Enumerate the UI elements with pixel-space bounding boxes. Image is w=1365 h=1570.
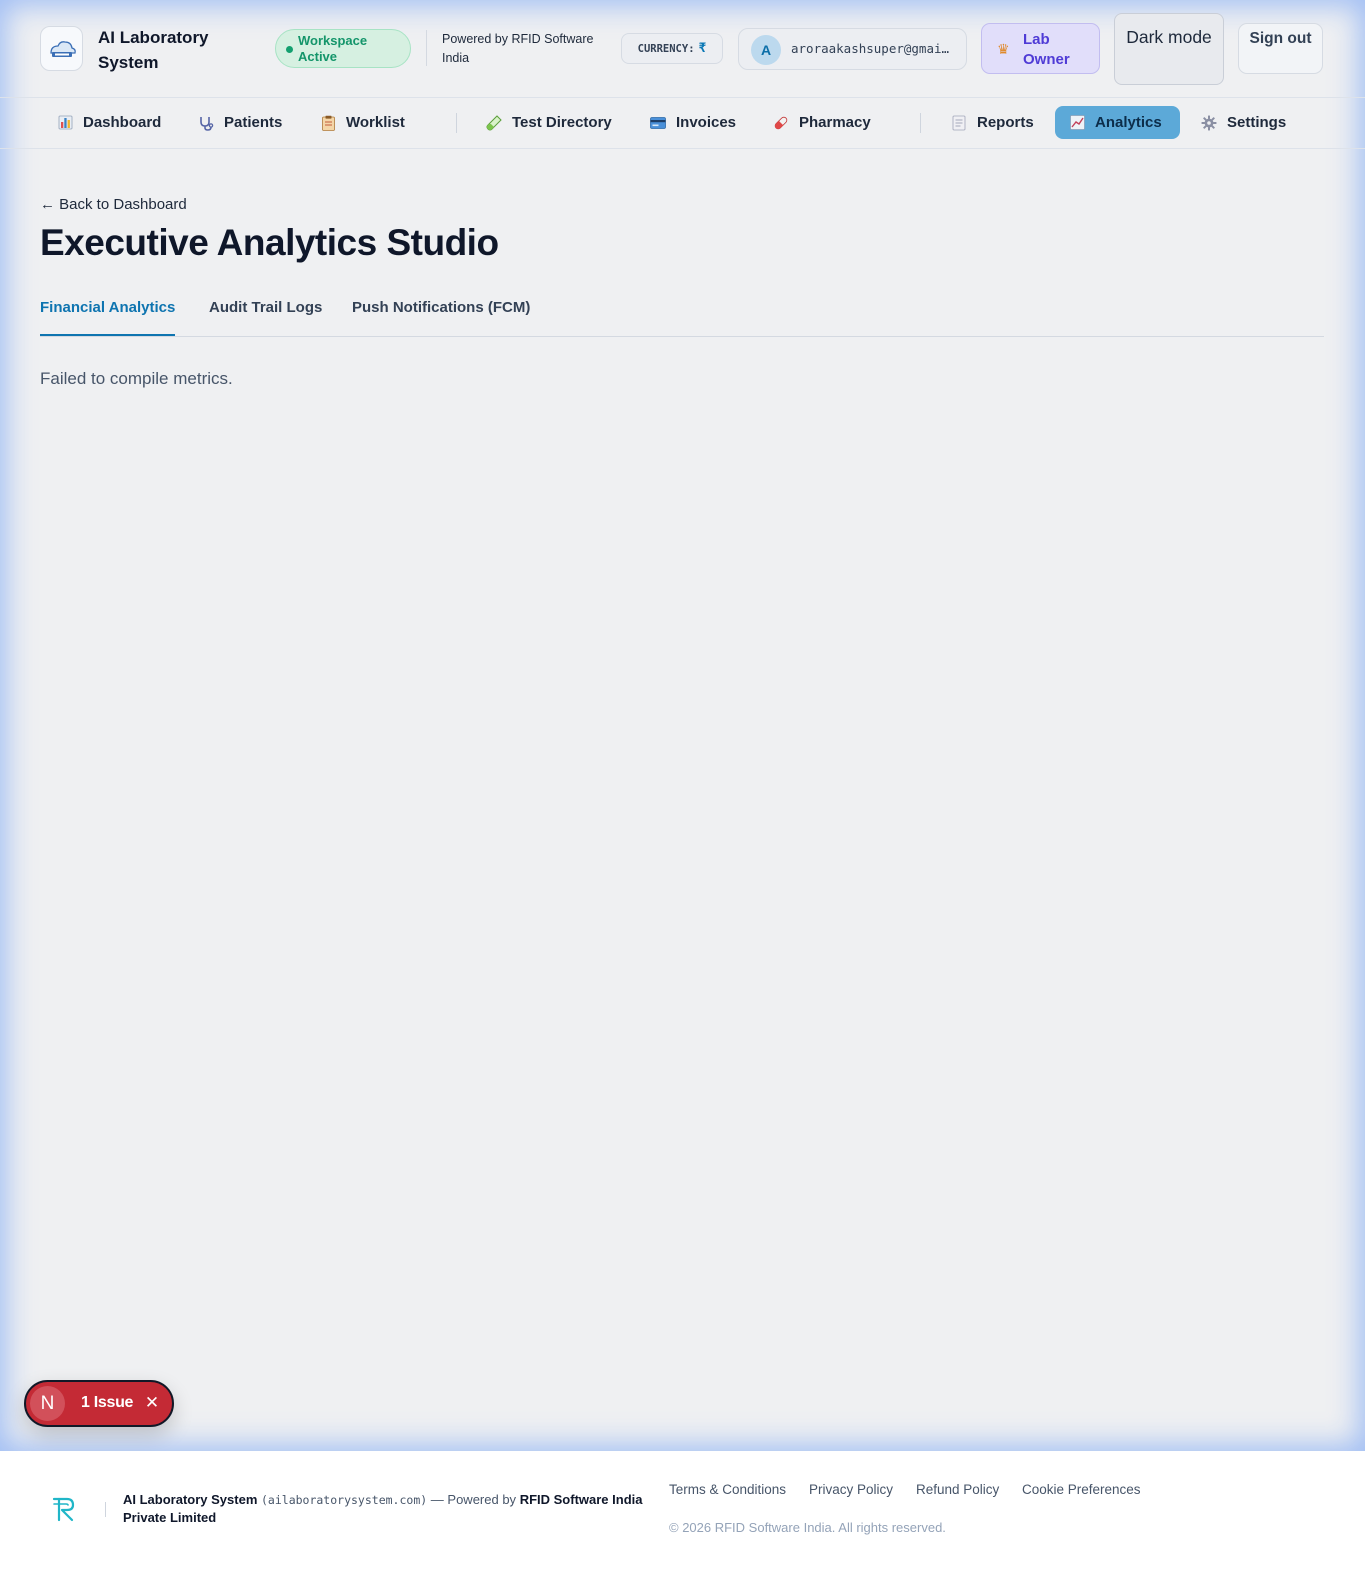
error-message: Failed to compile metrics. (40, 369, 233, 388)
site-footer: AI Laboratory System (ailaboratorysystem… (0, 1451, 1365, 1570)
currency-badge: CURRENCY: ₹ (621, 33, 723, 64)
nav-label: Analytics (1095, 114, 1162, 131)
privacy-policy-link[interactable]: Privacy Policy (809, 1482, 893, 1497)
nav-label: Test Directory (512, 114, 612, 131)
footer-brand-name: AI Laboratory System (123, 1492, 258, 1507)
clipboard-icon (320, 115, 336, 131)
app-shell: AI Laboratory System Workspace Active Po… (0, 0, 1365, 1451)
tab-push-notifications[interactable]: Push Notifications (FCM) (352, 299, 530, 336)
pill-icon (773, 115, 789, 131)
workspace-status-badge: Workspace Active (275, 29, 411, 68)
copyright-text: © 2026 RFID Software India. All rights r… (669, 1520, 946, 1535)
nav-item-reports[interactable]: Reports (937, 106, 1048, 139)
nav-label: Worklist (346, 114, 405, 131)
lab-logo-icon (49, 40, 76, 57)
rfid-logo-icon (52, 1497, 75, 1522)
workspace-status-label: Workspace Active (298, 33, 368, 64)
nav-item-worklist[interactable]: Worklist (306, 106, 419, 139)
top-header: AI Laboratory System Workspace Active Po… (0, 0, 1365, 98)
footer-powered-prefix: — Powered by (430, 1492, 517, 1507)
refund-policy-link[interactable]: Refund Policy (916, 1482, 999, 1497)
nav-item-test-directory[interactable]: Test Directory (472, 106, 626, 139)
issue-indicator[interactable]: N 1 Issue ✕ (24, 1380, 174, 1427)
nav-item-patients[interactable]: Patients (184, 106, 296, 139)
user-email: aroraakashsuper@gmai… (791, 41, 950, 56)
user-account-chip[interactable]: A aroraakashsuper@gmai… (738, 28, 967, 70)
nav-item-analytics[interactable]: Analytics (1055, 106, 1180, 139)
close-icon[interactable]: ✕ (143, 1393, 161, 1413)
nav-label: Invoices (676, 114, 737, 131)
gear-icon (1201, 115, 1217, 131)
header-divider (426, 30, 427, 66)
nav-label: Pharmacy (799, 114, 871, 131)
nav-item-invoices[interactable]: Invoices (636, 106, 750, 139)
currency-symbol: ₹ (698, 41, 707, 56)
test-tube-icon (486, 114, 502, 131)
footer-brand-text: AI Laboratory System (ailaboratorysystem… (123, 1491, 648, 1527)
nav-label: Patients (224, 114, 283, 131)
tab-audit-trail-logs[interactable]: Audit Trail Logs (209, 299, 322, 336)
role-button[interactable]: ♛ Lab Owner (981, 23, 1100, 74)
bar-chart-icon (57, 115, 73, 131)
nav-item-pharmacy[interactable]: Pharmacy (759, 106, 885, 139)
app-logo[interactable] (40, 26, 83, 71)
terms-link[interactable]: Terms & Conditions (669, 1482, 786, 1497)
nav-divider (920, 113, 921, 133)
document-icon (951, 115, 967, 131)
cookie-preferences-link[interactable]: Cookie Preferences (1022, 1482, 1141, 1497)
tab-financial-analytics[interactable]: Financial Analytics (40, 299, 176, 336)
analytics-tabs: Financial Analytics Audit Trail Logs Pus… (40, 295, 1324, 337)
footer-divider (105, 1502, 106, 1517)
chart-up-icon (1069, 115, 1085, 131)
nav-label: Reports (977, 114, 1034, 131)
issue-initial: N (30, 1386, 65, 1421)
footer-domain: (ailaboratorysystem.com) (261, 1493, 428, 1507)
role-label: Lab Owner (1023, 31, 1070, 68)
brand-name: AI Laboratory System (98, 28, 209, 72)
credit-card-icon (650, 115, 666, 131)
dark-mode-button[interactable]: Dark mode (1114, 13, 1224, 85)
issue-count-label: 1 Issue (81, 1394, 134, 1411)
avatar: A (751, 35, 781, 65)
nav-item-dashboard[interactable]: Dashboard (43, 106, 175, 139)
nav-label: Settings (1227, 114, 1287, 131)
powered-by-text: Powered by RFID Software India (442, 32, 594, 65)
crown-icon: ♛ (997, 41, 1010, 57)
nav-divider (456, 113, 457, 133)
sign-out-button[interactable]: Sign out (1238, 23, 1323, 74)
stethoscope-icon (198, 115, 214, 131)
status-dot-icon (286, 46, 293, 53)
main-nav: Dashboard Patients Worklist Test Directo… (0, 98, 1365, 149)
page-title: Executive Analytics Studio (40, 222, 499, 263)
nav-item-settings[interactable]: Settings (1187, 106, 1300, 139)
currency-label: CURRENCY: (637, 42, 695, 55)
nav-label: Dashboard (83, 114, 162, 131)
back-to-dashboard-link[interactable]: ← Back to Dashboard (40, 196, 187, 213)
